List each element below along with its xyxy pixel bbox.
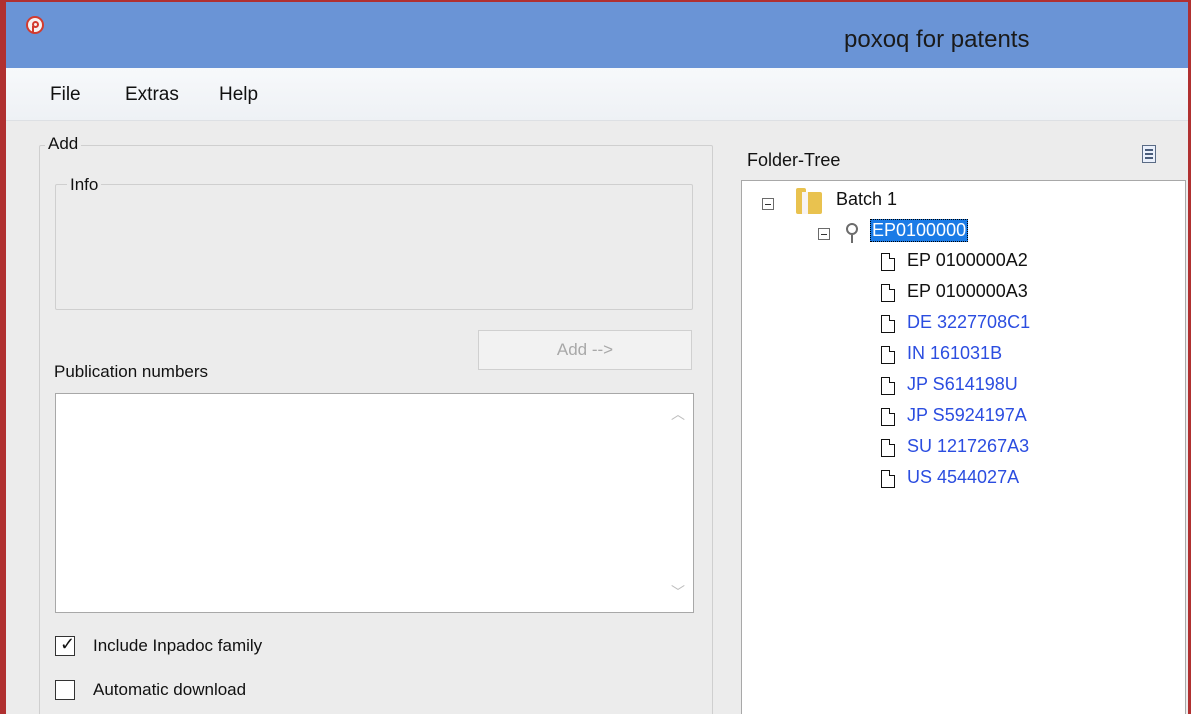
app-logo-icon <box>26 16 44 34</box>
tree-item-jp-s614198u[interactable]: JP S614198U <box>907 374 1018 395</box>
app-window: poxoq for patents File Extras Help Add I… <box>0 0 1191 714</box>
patent-document-icon <box>881 439 895 457</box>
tree-item-ep-0100000a2[interactable]: EP 0100000A2 <box>907 250 1028 271</box>
patent-document-icon <box>881 377 895 395</box>
scroll-down-icon[interactable]: ﹀ <box>671 585 685 599</box>
check-mark-icon: ✓ <box>60 634 76 654</box>
patent-document-icon <box>881 470 895 488</box>
tree-item-su-1217267a3[interactable]: SU 1217267A3 <box>907 436 1029 457</box>
patent-document-icon <box>881 284 895 302</box>
folder-tree-title: Folder-Tree <box>747 150 841 170</box>
tree-options-icon[interactable] <box>1142 145 1156 163</box>
patent-document-icon <box>881 346 895 364</box>
title-bar: poxoq for patents <box>6 0 1188 68</box>
patent-document-icon <box>881 408 895 426</box>
tree-item-us-4544027a[interactable]: US 4544027A <box>907 467 1019 488</box>
add-group-label: Add <box>45 134 82 154</box>
patent-document-icon <box>881 315 895 333</box>
automatic-download-label: Automatic download <box>93 680 247 699</box>
patent-document-icon <box>881 253 895 271</box>
include-inpadoc-family-checkbox[interactable]: ✓ <box>55 634 76 656</box>
tree-root-batch-1[interactable]: Batch 1 <box>836 189 897 210</box>
folder-tree[interactable]: Batch 1 EP0100000 EP 0100000A2 EP 010000… <box>741 180 1186 714</box>
menu-bar: File Extras Help <box>6 68 1188 121</box>
window-title: poxoq for patents <box>844 26 1030 53</box>
info-group <box>55 184 693 310</box>
folder-icon <box>796 188 822 214</box>
search-icon <box>846 223 858 243</box>
include-inpadoc-family-label: Include Inpadoc family <box>93 636 263 655</box>
scroll-up-icon[interactable]: ︿ <box>671 407 685 421</box>
menu-file[interactable]: File <box>50 84 81 106</box>
collapse-batch-icon[interactable] <box>762 198 774 210</box>
menu-help[interactable]: Help <box>219 84 258 106</box>
tree-item-ep-0100000a3[interactable]: EP 0100000A3 <box>907 281 1028 302</box>
collapse-patent-family-icon[interactable] <box>818 228 830 240</box>
tree-node-ep0100000[interactable]: EP0100000 <box>870 219 969 242</box>
tree-item-de-3227708c1[interactable]: DE 3227708C1 <box>907 312 1030 333</box>
publication-numbers-input[interactable]: ︿ ﹀ <box>55 393 694 613</box>
tree-item-in-161031b[interactable]: IN 161031B <box>907 343 1002 364</box>
automatic-download-checkbox[interactable] <box>55 680 75 700</box>
tree-item-jp-s5924197a[interactable]: JP S5924197A <box>907 405 1027 426</box>
info-group-label: Info <box>67 175 102 195</box>
menu-extras[interactable]: Extras <box>125 84 179 106</box>
publication-numbers-label: Publication numbers <box>54 362 209 381</box>
add-button[interactable]: Add --> <box>478 330 692 370</box>
